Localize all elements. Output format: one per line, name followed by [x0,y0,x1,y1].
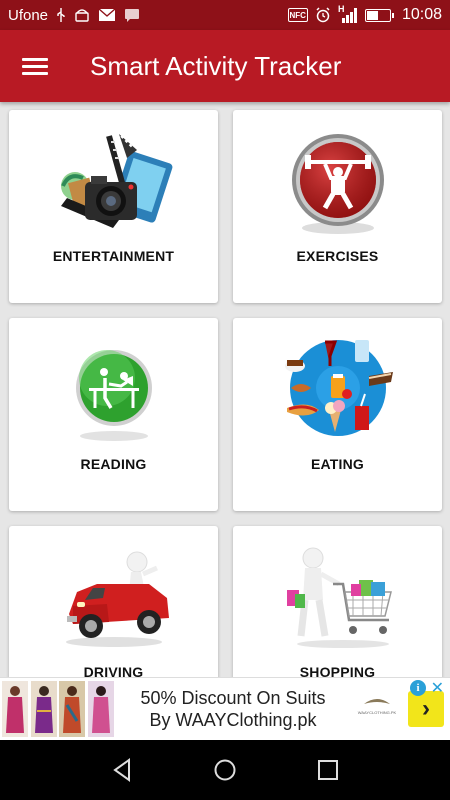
card-driving[interactable]: DRIVING [9,526,218,677]
card-label: SHOPPING [299,664,376,677]
ad-product-image [2,681,29,737]
battery-level [366,10,378,20]
camera-film-icon [49,128,179,238]
card-label: EATING [310,456,365,472]
signal-type-label: H [337,4,345,14]
ad-banner[interactable]: 50% Discount On Suits By WAAYClothing.pk… [0,677,450,740]
app-bar: Smart Activity Tracker [0,30,450,102]
back-icon[interactable] [102,750,142,790]
ad-close-icon[interactable]: ✕ [431,678,444,698]
svg-text:WAAYCLOTHING.PK: WAAYCLOTHING.PK [358,710,397,715]
ad-product-image [30,681,58,737]
card-eating[interactable]: EATING [233,318,442,511]
recents-icon[interactable] [308,750,348,790]
status-bar: Ufone NFC H 10:08 [0,0,450,30]
alarm-icon [315,7,331,23]
android-icon [74,8,90,22]
card-entertainment[interactable]: ENTERTAINMENT [9,110,218,303]
card-label: DRIVING [83,664,144,677]
signal-icon: H [337,4,358,23]
app-title: Smart Activity Tracker [90,50,342,81]
ad-brand-logo: WAAYCLOTHING.PK [352,694,402,724]
ad-text: 50% Discount On Suits By WAAYClothing.pk [114,687,352,731]
card-shopping[interactable]: SHOPPING [233,526,442,677]
nfc-icon: NFC [287,8,308,22]
card-label: EXERCISES [296,248,379,264]
hamburger-menu-icon[interactable] [0,30,70,102]
weightlifter-icon [273,128,403,238]
usb-icon [56,8,66,22]
system-nav-bar [0,740,450,800]
ad-info-icon[interactable]: i [410,680,426,696]
reading-person-icon [49,336,179,446]
card-exercises[interactable]: EXERCISES [233,110,442,303]
food-plate-icon [273,336,403,446]
red-car-icon [49,544,179,654]
card-reading[interactable]: READING [9,318,218,511]
ad-headline: 50% Discount On Suits [140,688,326,708]
ad-product-images [2,681,114,737]
carrier-name: Ufone [8,6,49,24]
gmail-icon [98,8,116,22]
message-icon [124,8,140,22]
card-label: ENTERTAINMENT [52,248,175,264]
shopping-cart-icon [273,544,403,654]
card-label: READING [80,456,147,472]
category-grid: ENTERTAINMENT EXERCISES READING EATING D… [0,102,450,677]
ad-product-image [59,681,86,737]
battery-icon [364,8,394,22]
home-icon[interactable] [205,750,245,790]
ad-product-image [87,681,115,737]
clock: 10:08 [401,6,442,23]
ad-subline: By WAAYClothing.pk [149,710,317,730]
